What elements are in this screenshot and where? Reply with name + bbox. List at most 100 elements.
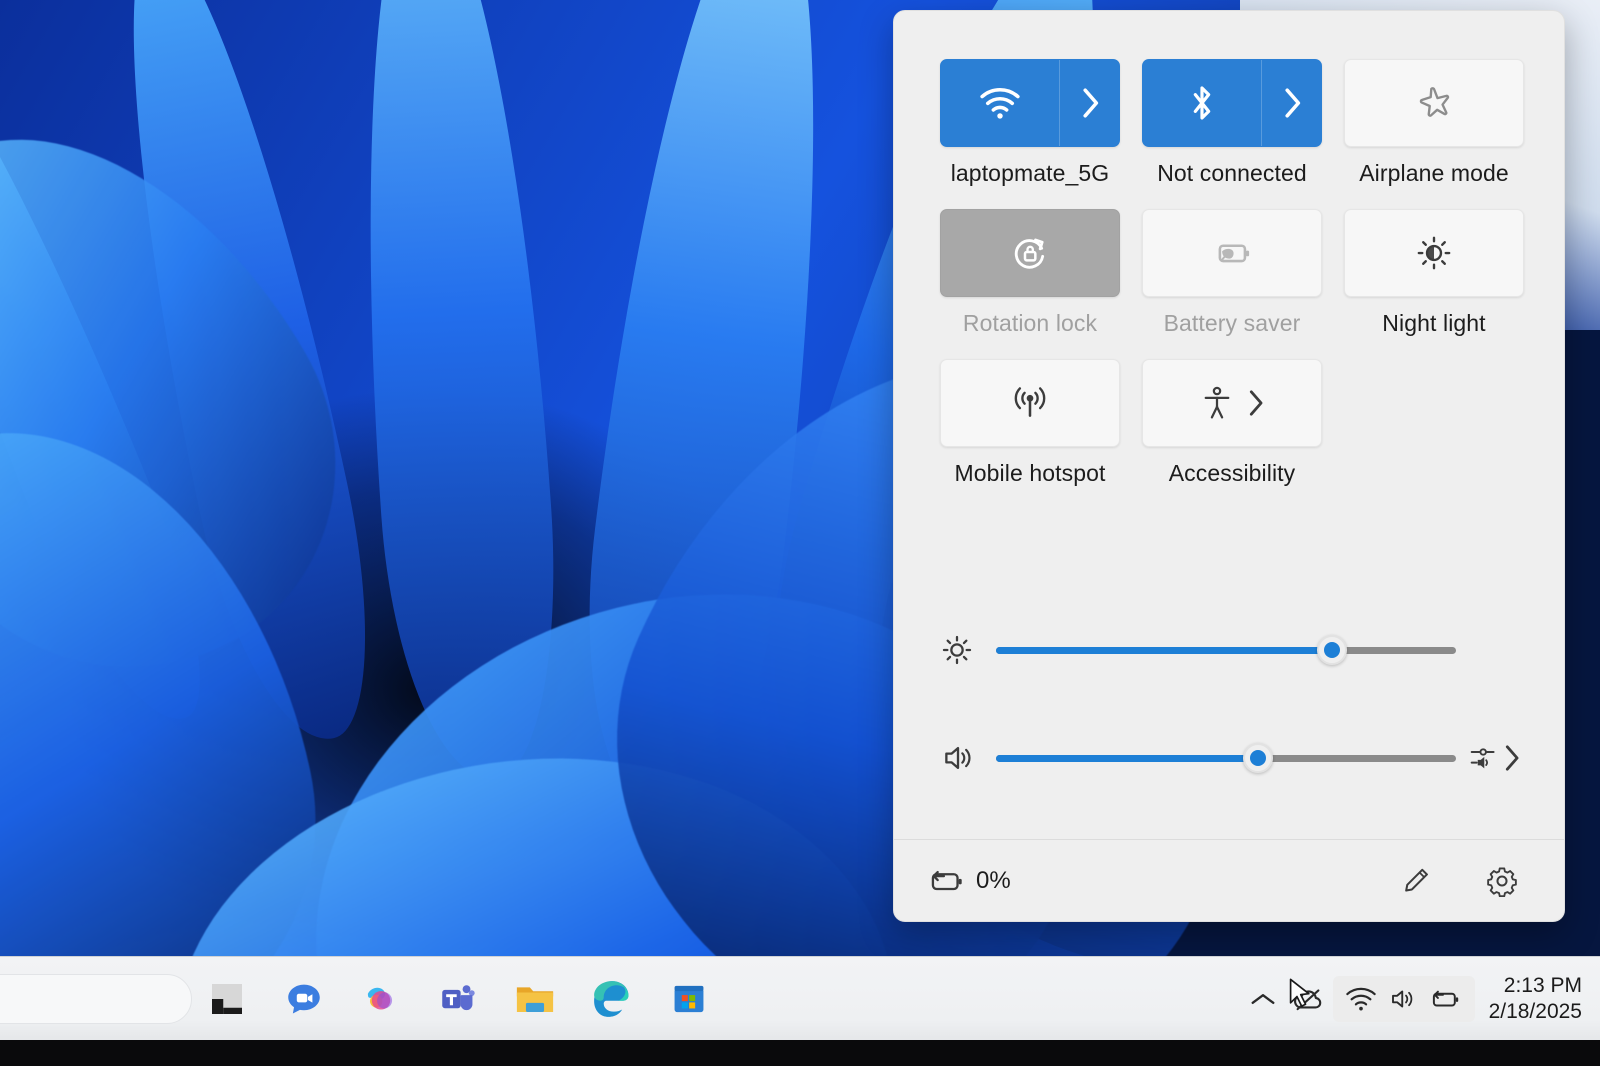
- teams-icon: [442, 985, 475, 1011]
- tray-show-hidden-icons-button[interactable]: [1241, 977, 1285, 1021]
- night-light-icon: [1417, 236, 1451, 270]
- wifi-tile[interactable]: [940, 59, 1120, 147]
- bluetooth-toggle[interactable]: [1143, 60, 1261, 146]
- quick-settings-panel: laptopmate_5G Not connected Airplane mod…: [893, 10, 1565, 922]
- microsoft-store-icon: [674, 985, 704, 1013]
- brightness-slider[interactable]: [996, 635, 1456, 665]
- battery-saver-label: Battery saver: [1163, 310, 1301, 336]
- quick-settings-footer: 0%: [894, 840, 1564, 921]
- battery-status: 0%: [926, 867, 1011, 895]
- quick-setting-night-light: Night light: [1344, 209, 1524, 337]
- chat-icon: [288, 984, 320, 1014]
- rotation-lock-tile[interactable]: [940, 209, 1120, 297]
- tray-battery-button[interactable]: [1427, 983, 1463, 1015]
- bluetooth-icon: [1193, 86, 1211, 120]
- gear-icon: [1487, 867, 1517, 897]
- tile-row: Rotation lock Battery saver Night light: [940, 209, 1524, 337]
- quick-setting-rotation-lock: Rotation lock: [940, 209, 1120, 337]
- bluetooth-tile[interactable]: [1142, 59, 1322, 147]
- battery-charging-icon: [931, 870, 962, 891]
- tray-volume-button[interactable]: [1385, 983, 1421, 1015]
- edit-quick-settings-button[interactable]: [1396, 861, 1436, 901]
- airplane-icon: [1419, 87, 1450, 117]
- hotspot-icon: [1014, 387, 1046, 417]
- wifi-icon: [980, 87, 1020, 119]
- search-input[interactable]: [0, 974, 192, 1024]
- airplane-mode-label: Airplane mode: [1359, 160, 1509, 186]
- night-light-tile[interactable]: [1344, 209, 1524, 297]
- wifi-label: laptopmate_5G: [950, 160, 1110, 186]
- taskbar-app-edge[interactable]: [590, 977, 634, 1021]
- chevron-right-icon: [1284, 88, 1300, 118]
- volume-slider-tail: [1456, 743, 1520, 773]
- accessibility-icon: [1204, 386, 1229, 419]
- taskbar-app-file-explorer[interactable]: [513, 977, 557, 1021]
- bluetooth-label: Not connected: [1157, 160, 1307, 186]
- taskbar-app-copilot[interactable]: [359, 977, 403, 1021]
- battery-saver-icon: [1218, 244, 1250, 263]
- tray-date: 2/18/2025: [1488, 1000, 1582, 1023]
- tray-network-button[interactable]: [1343, 983, 1379, 1015]
- copilot-icon: [367, 987, 393, 1010]
- screen-bezel-strip: [0, 1040, 1600, 1066]
- battery-saver-tile[interactable]: [1142, 209, 1322, 297]
- mouse-cursor: [1289, 978, 1310, 1008]
- volume-icon-wrap: [940, 742, 996, 774]
- battery-charging-icon: [1432, 990, 1458, 1007]
- airplane-mode-tile[interactable]: [1344, 59, 1524, 147]
- volume-thumb[interactable]: [1243, 743, 1274, 773]
- taskbar-app-chat[interactable]: [282, 977, 326, 1021]
- taskbar-app-icons: [205, 957, 711, 1041]
- tray-time: 2:13 PM: [1503, 974, 1582, 998]
- brightness-icon: [942, 635, 972, 665]
- audio-mixer-icon[interactable]: [1469, 743, 1499, 773]
- volume-slider-row: [940, 719, 1520, 797]
- quick-settings-sliders: [894, 611, 1564, 797]
- tray-quick-settings-group[interactable]: [1332, 976, 1475, 1022]
- taskbar-app-teams[interactable]: [436, 977, 480, 1021]
- volume-icon: [1391, 990, 1412, 1008]
- taskbar-app-microsoft-store[interactable]: [667, 977, 711, 1021]
- brightness-thumb[interactable]: [1316, 635, 1347, 665]
- brightness-slider-row: [940, 611, 1520, 689]
- tile-row: Mobile hotspot Accessibility: [940, 359, 1520, 487]
- rotation-lock-label: Rotation lock: [962, 310, 1098, 336]
- mobile-hotspot-tile[interactable]: [940, 359, 1120, 447]
- quick-setting-bluetooth: Not connected: [1142, 59, 1322, 187]
- quick-setting-airplane-mode: Airplane mode: [1344, 59, 1524, 187]
- tray-clock[interactable]: 2:13 PM 2/18/2025: [1489, 973, 1582, 1024]
- task-view-icon: [212, 984, 242, 1014]
- brightness-fill: [996, 646, 1332, 654]
- settings-button[interactable]: [1482, 861, 1522, 901]
- chevron-right-icon[interactable]: [1247, 389, 1264, 417]
- mobile-hotspot-label: Mobile hotspot: [954, 460, 1106, 486]
- volume-icon: [945, 746, 971, 770]
- file-explorer-icon: [516, 987, 554, 1012]
- accessibility-tile[interactable]: [1142, 359, 1322, 447]
- chevron-right-icon[interactable]: [1503, 744, 1520, 772]
- quick-setting-mobile-hotspot: Mobile hotspot: [940, 359, 1120, 487]
- brightness-icon-wrap: [940, 633, 996, 667]
- taskbar-inner: 2:13 PM 2/18/2025: [0, 957, 1600, 1041]
- wifi-expand-button[interactable]: [1059, 60, 1119, 146]
- volume-fill: [996, 754, 1259, 762]
- taskbar-app-task-view[interactable]: [205, 977, 249, 1021]
- wifi-icon: [1345, 987, 1376, 1011]
- chevron-right-icon: [1082, 88, 1098, 118]
- night-light-label: Night light: [1382, 310, 1486, 336]
- wifi-toggle[interactable]: [941, 60, 1059, 146]
- rotation-lock-icon: [1014, 238, 1045, 269]
- battery-percent: 0%: [976, 867, 1011, 894]
- tile-row: laptopmate_5G Not connected Airplane mod…: [940, 59, 1524, 187]
- volume-slider[interactable]: [996, 743, 1456, 773]
- chevron-up-icon: [1251, 993, 1275, 1005]
- pencil-icon: [1405, 868, 1428, 892]
- quick-setting-wifi: laptopmate_5G: [940, 59, 1120, 187]
- quick-settings-tile-grid: laptopmate_5G Not connected Airplane mod…: [894, 11, 1564, 509]
- edge-icon: [594, 981, 629, 1017]
- taskbar: 2:13 PM 2/18/2025: [0, 956, 1600, 1066]
- quick-setting-accessibility: Accessibility: [1142, 359, 1322, 487]
- quick-setting-battery-saver: Battery saver: [1142, 209, 1322, 337]
- bluetooth-expand-button[interactable]: [1261, 60, 1321, 146]
- accessibility-label: Accessibility: [1168, 460, 1296, 486]
